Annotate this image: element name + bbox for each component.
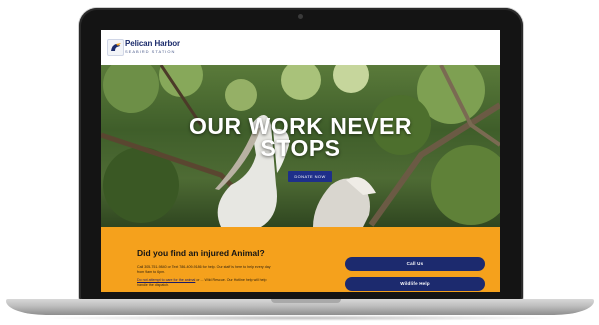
laptop-screen: Pelican Harbor SEABIRD STATION OUR WORK … xyxy=(101,30,500,292)
camera-dot xyxy=(298,14,303,19)
hero-title-line1: OUR WORK NEVER xyxy=(189,113,412,139)
contact-info-text: Call 305-751-9840 or Text 786-409-9186 f… xyxy=(137,265,271,274)
pelican-logo-icon[interactable] xyxy=(107,39,124,56)
laptop-mockup: Pelican Harbor SEABIRD STATION OUR WORK … xyxy=(0,0,599,325)
laptop-shadow xyxy=(40,315,560,321)
wildlife-help-button[interactable]: Wildlife Help xyxy=(345,277,485,291)
brand-name[interactable]: Pelican Harbor xyxy=(125,39,180,48)
site-header: Pelican Harbor SEABIRD STATION xyxy=(101,30,500,65)
care-advice-link[interactable]: Do not attempt to care for the animal xyxy=(137,278,195,282)
donate-button[interactable]: DONATE NOW xyxy=(288,171,332,182)
hero-title: OUR WORK NEVER STOPS xyxy=(101,113,500,161)
call-us-button[interactable]: Call Us xyxy=(345,257,485,271)
injured-animal-section: Did you find an injured Animal? Call 305… xyxy=(101,227,500,292)
laptop-base xyxy=(6,299,594,315)
injured-animal-heading: Did you find an injured Animal? xyxy=(137,248,265,258)
care-advice-text: Do not attempt to care for the animal or… xyxy=(137,278,277,288)
pelican-logo-graphic xyxy=(111,43,121,51)
hero-banner: OUR WORK NEVER STOPS DONATE NOW xyxy=(101,65,500,227)
brand-subtitle: SEABIRD STATION xyxy=(125,49,176,54)
hero-title-line2: STOPS xyxy=(260,135,341,161)
laptop-notch xyxy=(271,299,341,303)
